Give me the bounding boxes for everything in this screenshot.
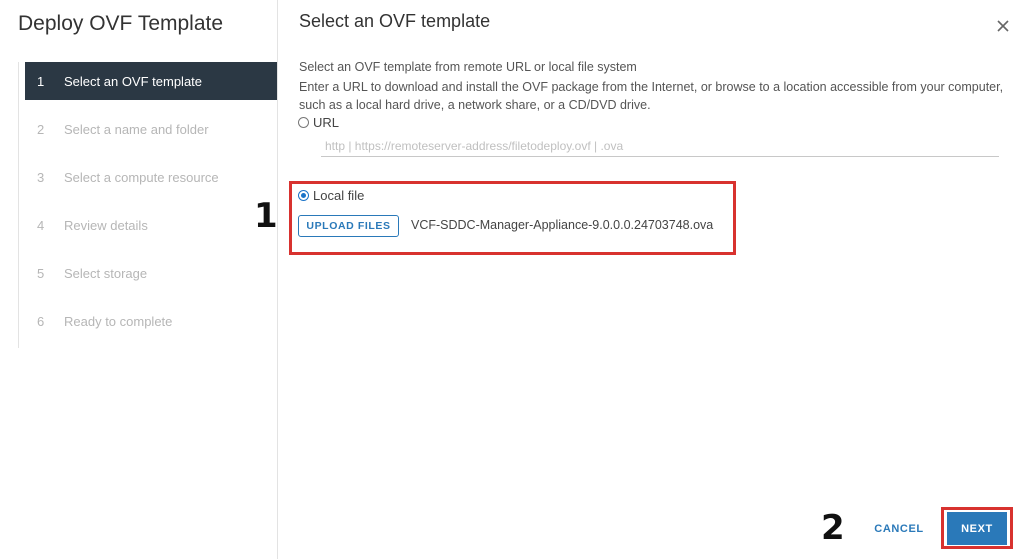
step-label: Select a compute resource xyxy=(64,169,219,185)
annotation-number-1: 1 xyxy=(254,196,278,236)
step-number: 3 xyxy=(37,169,45,185)
step-number: 6 xyxy=(37,313,45,329)
close-icon[interactable] xyxy=(994,17,1012,35)
step-select-name-folder[interactable]: 2 Select a name and folder xyxy=(25,110,277,148)
page-title: Select an OVF template xyxy=(299,11,491,31)
local-file-option-label: Local file xyxy=(313,188,365,203)
local-file-option[interactable]: Local file xyxy=(298,188,364,203)
cancel-button[interactable]: CANCEL xyxy=(868,518,930,540)
step-label: Review details xyxy=(64,217,148,233)
wizard-sidebar: Deploy OVF Template 1 Select an OVF temp… xyxy=(0,0,278,559)
selected-file-name: VCF-SDDC-Manager-Appliance-9.0.0.0.24703… xyxy=(411,218,714,232)
step-review-details[interactable]: 4 Review details xyxy=(25,206,277,244)
step-label: Select an OVF template xyxy=(64,73,203,89)
step-label: Ready to complete xyxy=(64,313,173,329)
url-radio[interactable] xyxy=(298,117,309,128)
step-label: Select a name and folder xyxy=(64,121,209,137)
step-number: 5 xyxy=(37,265,45,281)
url-input[interactable] xyxy=(321,135,999,157)
url-option[interactable]: URL xyxy=(298,115,339,130)
step-ready-to-complete[interactable]: 6 Ready to complete xyxy=(25,302,277,340)
url-option-label: URL xyxy=(313,115,340,130)
upload-files-button[interactable]: UPLOAD FILES xyxy=(298,215,399,237)
step-select-ovf-template[interactable]: 1 Select an OVF template xyxy=(25,62,277,100)
step-label: Select storage xyxy=(64,265,148,281)
description-line-2: Enter a URL to download and install the … xyxy=(299,80,1004,112)
step-select-compute-resource[interactable]: 3 Select a compute resource xyxy=(25,158,277,196)
step-number: 2 xyxy=(37,121,45,137)
description-line-1: Select an OVF template from remote URL o… xyxy=(299,60,637,74)
annotation-number-2: 2 xyxy=(821,508,845,548)
step-number: 1 xyxy=(37,73,45,89)
wizard-title: Deploy OVF Template xyxy=(18,12,224,35)
local-file-radio[interactable] xyxy=(298,190,309,201)
step-select-storage[interactable]: 5 Select storage xyxy=(25,254,277,292)
step-number: 4 xyxy=(37,217,45,233)
next-button[interactable]: NEXT xyxy=(947,512,1007,545)
wizard-steps: 1 Select an OVF template 2 Select a name… xyxy=(18,62,278,348)
